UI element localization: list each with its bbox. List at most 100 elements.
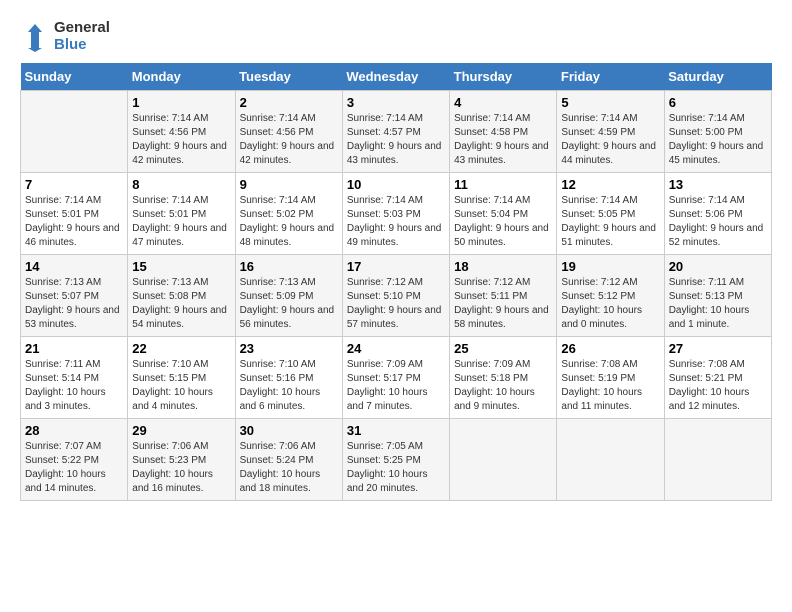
day-number: 20 bbox=[669, 259, 767, 274]
day-cell: 22 Sunrise: 7:10 AMSunset: 5:15 PMDayligh… bbox=[128, 337, 235, 419]
day-number: 12 bbox=[561, 177, 659, 192]
day-number: 19 bbox=[561, 259, 659, 274]
day-cell: 18 Sunrise: 7:12 AMSunset: 5:11 PMDayligh… bbox=[450, 255, 557, 337]
day-info: Sunrise: 7:14 AMSunset: 4:58 PMDaylight:… bbox=[454, 112, 552, 168]
day-info: Sunrise: 7:13 AMSunset: 5:09 PMDaylight:… bbox=[240, 276, 338, 332]
day-cell: 23Sunrise: 7:10 AMSunset: 5:16 PMDayligh… bbox=[235, 337, 342, 419]
day-number: 11 bbox=[454, 177, 552, 192]
day-info: Sunrise: 7:05 AMSunset: 5:25 PMDaylight:… bbox=[347, 440, 445, 496]
day-cell: 30 Sunrise: 7:06 AMSunset: 5:24 PMDayligh… bbox=[235, 419, 342, 501]
day-info: Sunrise: 7:14 AMSunset: 4:57 PMDaylight:… bbox=[347, 112, 445, 168]
day-cell: 11 Sunrise: 7:14 AMSunset: 5:04 PMDayligh… bbox=[450, 173, 557, 255]
column-header-sunday: Sunday bbox=[21, 63, 128, 91]
week-row-1: 1 Sunrise: 7:14 AMSunset: 4:56 PMDaylight… bbox=[21, 91, 772, 173]
logo: General Blue bbox=[20, 20, 110, 53]
logo-flag-icon bbox=[20, 22, 50, 52]
day-number: 5 bbox=[561, 95, 659, 110]
day-cell: 20 Sunrise: 7:11 AMSunset: 5:13 PMDayligh… bbox=[664, 255, 771, 337]
day-info: Sunrise: 7:13 AMSunset: 5:08 PMDaylight:… bbox=[132, 276, 230, 332]
week-row-2: 7Sunrise: 7:14 AMSunset: 5:01 PMDaylight… bbox=[21, 173, 772, 255]
day-info: Sunrise: 7:10 AMSunset: 5:15 PMDaylight:… bbox=[132, 358, 230, 414]
day-info: Sunrise: 7:14 AMSunset: 5:06 PMDaylight:… bbox=[669, 194, 767, 250]
week-row-5: 28Sunrise: 7:07 AMSunset: 5:22 PMDayligh… bbox=[21, 419, 772, 501]
day-cell: 28Sunrise: 7:07 AMSunset: 5:22 PMDayligh… bbox=[21, 419, 128, 501]
day-number: 17 bbox=[347, 259, 445, 274]
day-number: 7 bbox=[25, 177, 123, 192]
week-row-4: 21 Sunrise: 7:11 AMSunset: 5:14 PMDayligh… bbox=[21, 337, 772, 419]
day-number: 25 bbox=[454, 341, 552, 356]
days-header-row: SundayMondayTuesdayWednesdayThursdayFrid… bbox=[21, 63, 772, 91]
day-number: 13 bbox=[669, 177, 767, 192]
logo-blue: Blue bbox=[54, 37, 110, 54]
day-info: Sunrise: 7:14 AMSunset: 5:05 PMDaylight:… bbox=[561, 194, 659, 250]
day-cell bbox=[450, 419, 557, 501]
column-header-thursday: Thursday bbox=[450, 63, 557, 91]
day-number: 18 bbox=[454, 259, 552, 274]
day-cell: 10 Sunrise: 7:14 AMSunset: 5:03 PMDayligh… bbox=[342, 173, 449, 255]
day-cell: 29 Sunrise: 7:06 AMSunset: 5:23 PMDayligh… bbox=[128, 419, 235, 501]
day-number: 30 bbox=[240, 423, 338, 438]
day-number: 23 bbox=[240, 341, 338, 356]
day-number: 4 bbox=[454, 95, 552, 110]
day-number: 21 bbox=[25, 341, 123, 356]
day-number: 27 bbox=[669, 341, 767, 356]
day-cell: 19Sunrise: 7:12 AMSunset: 5:12 PMDayligh… bbox=[557, 255, 664, 337]
day-number: 9 bbox=[240, 177, 338, 192]
day-cell bbox=[664, 419, 771, 501]
day-info: Sunrise: 7:06 AMSunset: 5:23 PMDaylight:… bbox=[132, 440, 230, 496]
day-info: Sunrise: 7:13 AMSunset: 5:07 PMDaylight:… bbox=[25, 276, 123, 332]
day-cell: 17 Sunrise: 7:12 AMSunset: 5:10 PMDayligh… bbox=[342, 255, 449, 337]
day-number: 29 bbox=[132, 423, 230, 438]
day-number: 2 bbox=[240, 95, 338, 110]
column-header-wednesday: Wednesday bbox=[342, 63, 449, 91]
day-info: Sunrise: 7:14 AMSunset: 5:02 PMDaylight:… bbox=[240, 194, 338, 250]
day-info: Sunrise: 7:12 AMSunset: 5:11 PMDaylight:… bbox=[454, 276, 552, 332]
day-cell: 13 Sunrise: 7:14 AMSunset: 5:06 PMDayligh… bbox=[664, 173, 771, 255]
day-number: 26 bbox=[561, 341, 659, 356]
day-cell: 27Sunrise: 7:08 AMSunset: 5:21 PMDayligh… bbox=[664, 337, 771, 419]
day-number: 14 bbox=[25, 259, 123, 274]
day-cell: 15 Sunrise: 7:13 AMSunset: 5:08 PMDayligh… bbox=[128, 255, 235, 337]
day-info: Sunrise: 7:14 AMSunset: 4:56 PMDaylight:… bbox=[132, 112, 230, 168]
day-number: 6 bbox=[669, 95, 767, 110]
day-info: Sunrise: 7:14 AMSunset: 5:03 PMDaylight:… bbox=[347, 194, 445, 250]
day-info: Sunrise: 7:06 AMSunset: 5:24 PMDaylight:… bbox=[240, 440, 338, 496]
day-cell: 9 Sunrise: 7:14 AMSunset: 5:02 PMDaylight… bbox=[235, 173, 342, 255]
day-cell: 24 Sunrise: 7:09 AMSunset: 5:17 PMDayligh… bbox=[342, 337, 449, 419]
day-number: 22 bbox=[132, 341, 230, 356]
day-cell: 21 Sunrise: 7:11 AMSunset: 5:14 PMDayligh… bbox=[21, 337, 128, 419]
day-cell: 16Sunrise: 7:13 AMSunset: 5:09 PMDayligh… bbox=[235, 255, 342, 337]
column-header-friday: Friday bbox=[557, 63, 664, 91]
day-number: 28 bbox=[25, 423, 123, 438]
column-header-monday: Monday bbox=[128, 63, 235, 91]
day-cell: 31Sunrise: 7:05 AMSunset: 5:25 PMDayligh… bbox=[342, 419, 449, 501]
day-info: Sunrise: 7:14 AMSunset: 5:00 PMDaylight:… bbox=[669, 112, 767, 168]
day-number: 15 bbox=[132, 259, 230, 274]
day-number: 10 bbox=[347, 177, 445, 192]
day-number: 8 bbox=[132, 177, 230, 192]
column-header-saturday: Saturday bbox=[664, 63, 771, 91]
day-number: 24 bbox=[347, 341, 445, 356]
day-cell: 6 Sunrise: 7:14 AMSunset: 5:00 PMDaylight… bbox=[664, 91, 771, 173]
day-info: Sunrise: 7:09 AMSunset: 5:17 PMDaylight:… bbox=[347, 358, 445, 414]
day-cell: 3 Sunrise: 7:14 AMSunset: 4:57 PMDaylight… bbox=[342, 91, 449, 173]
calendar-table: SundayMondayTuesdayWednesdayThursdayFrid… bbox=[20, 63, 772, 501]
day-cell: 5Sunrise: 7:14 AMSunset: 4:59 PMDaylight… bbox=[557, 91, 664, 173]
day-info: Sunrise: 7:14 AMSunset: 4:56 PMDaylight:… bbox=[240, 112, 338, 168]
day-cell bbox=[557, 419, 664, 501]
column-header-tuesday: Tuesday bbox=[235, 63, 342, 91]
day-cell: 25Sunrise: 7:09 AMSunset: 5:18 PMDayligh… bbox=[450, 337, 557, 419]
day-info: Sunrise: 7:12 AMSunset: 5:10 PMDaylight:… bbox=[347, 276, 445, 332]
day-info: Sunrise: 7:14 AMSunset: 5:04 PMDaylight:… bbox=[454, 194, 552, 250]
day-cell: 26Sunrise: 7:08 AMSunset: 5:19 PMDayligh… bbox=[557, 337, 664, 419]
day-info: Sunrise: 7:11 AMSunset: 5:13 PMDaylight:… bbox=[669, 276, 767, 332]
week-row-3: 14 Sunrise: 7:13 AMSunset: 5:07 PMDayligh… bbox=[21, 255, 772, 337]
day-cell: 14 Sunrise: 7:13 AMSunset: 5:07 PMDayligh… bbox=[21, 255, 128, 337]
day-cell: 7Sunrise: 7:14 AMSunset: 5:01 PMDaylight… bbox=[21, 173, 128, 255]
day-cell: 4 Sunrise: 7:14 AMSunset: 4:58 PMDaylight… bbox=[450, 91, 557, 173]
day-number: 3 bbox=[347, 95, 445, 110]
header: General Blue bbox=[20, 20, 772, 53]
day-cell: 1 Sunrise: 7:14 AMSunset: 4:56 PMDaylight… bbox=[128, 91, 235, 173]
day-info: Sunrise: 7:11 AMSunset: 5:14 PMDaylight:… bbox=[25, 358, 123, 414]
day-number: 1 bbox=[132, 95, 230, 110]
